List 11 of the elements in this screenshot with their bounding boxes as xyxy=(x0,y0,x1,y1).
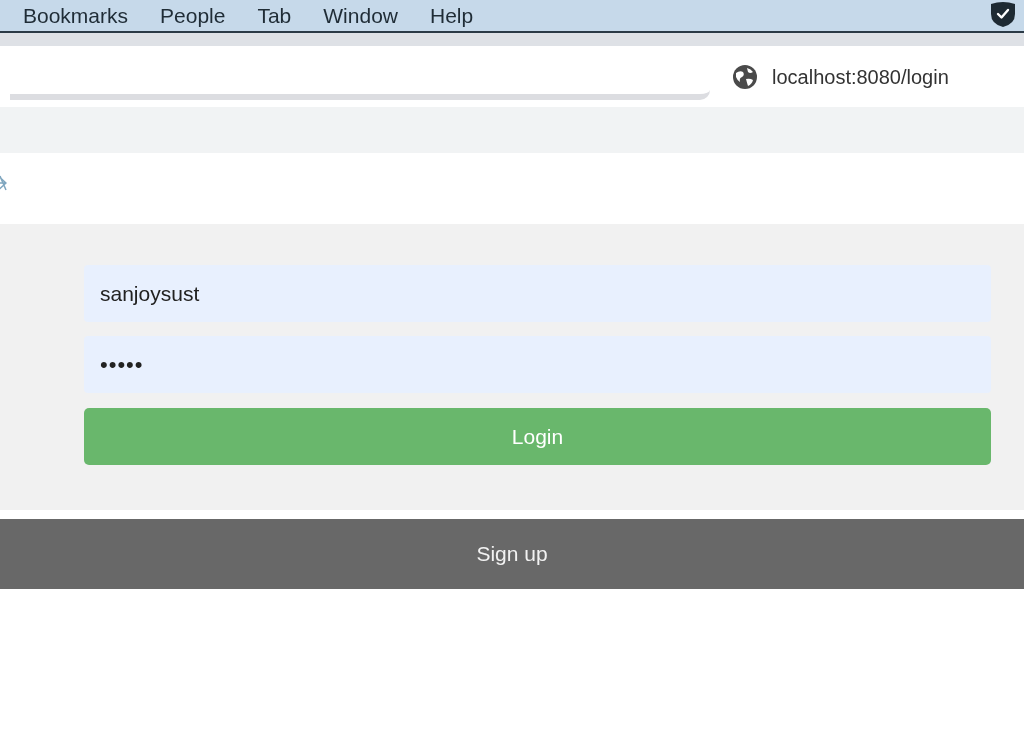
menu-item[interactable]: Bookmarks xyxy=(23,5,129,26)
globe-icon xyxy=(733,65,757,89)
username-field[interactable]: sanjoysust xyxy=(84,265,991,322)
signup-bar[interactable]: Sign up xyxy=(0,519,1024,589)
password-field[interactable]: ••••• xyxy=(84,336,991,393)
shield-check-icon[interactable] xyxy=(990,0,1016,27)
menu-item[interactable]: Window xyxy=(323,5,398,26)
menu-item[interactable]: Help xyxy=(430,5,474,26)
url-text[interactable]: localhost:8080/login xyxy=(772,62,949,92)
menu-item[interactable]: People xyxy=(160,5,226,26)
menu-item[interactable]: Tab xyxy=(257,5,292,26)
